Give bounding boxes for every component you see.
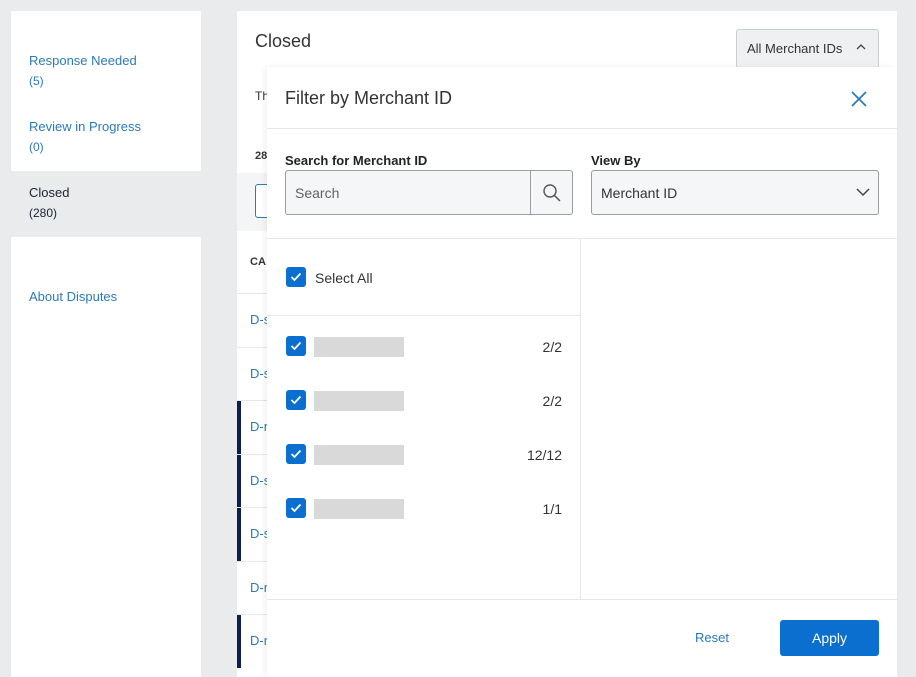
check-icon — [290, 503, 302, 513]
list-item[interactable]: 1/1 — [267, 488, 580, 542]
merchant-ratio: 12/12 — [526, 447, 562, 463]
search-field — [285, 170, 573, 215]
check-icon — [290, 272, 302, 282]
sidebar-top-block: Response Needed (5) Review in Progress (… — [11, 11, 201, 171]
select-all-row[interactable]: Select All — [267, 239, 580, 316]
redacted-merchant-id — [314, 499, 404, 519]
result-count: 28 — [255, 150, 268, 162]
modal-header: Filter by Merchant ID — [267, 67, 897, 129]
modal-footer: Reset Apply — [267, 599, 897, 677]
sidebar-item-count[interactable]: (0) — [29, 137, 183, 157]
sidebar-item-response-needed[interactable]: Response Needed (5) — [11, 51, 201, 91]
check-icon — [290, 341, 302, 351]
merchant-ratio: 2/2 — [542, 393, 562, 409]
sidebar-item-label[interactable]: About Disputes — [29, 287, 183, 307]
view-by-label: View By — [591, 153, 641, 168]
merchant-list: Select All 2/2 2/2 12/12 1/1 — [267, 239, 581, 599]
sidebar-item-closed[interactable]: Closed (280) — [11, 171, 201, 237]
sidebar-item-review-in-progress[interactable]: Review in Progress (0) — [11, 117, 201, 157]
case-link[interactable]: D-r — [250, 633, 268, 648]
redacted-merchant-id — [314, 445, 404, 465]
sidebar-item-label: Closed — [29, 185, 70, 200]
filter-controls: Search for Merchant ID View By Merchant … — [267, 129, 897, 239]
sidebar-item-count[interactable]: (5) — [29, 71, 183, 91]
redacted-merchant-id — [314, 337, 404, 357]
apply-button[interactable]: Apply — [780, 620, 879, 656]
close-icon[interactable] — [849, 89, 869, 109]
view-by-value: Merchant ID — [601, 184, 678, 201]
case-link[interactable]: D-r — [250, 580, 268, 595]
chevron-down-icon — [856, 188, 870, 197]
merchant-items: 2/2 2/2 12/12 1/1 — [267, 316, 580, 542]
sidebar: Response Needed (5) Review in Progress (… — [11, 11, 201, 677]
search-icon — [542, 183, 561, 202]
search-input[interactable] — [286, 171, 530, 214]
list-item[interactable]: 12/12 — [267, 434, 580, 488]
merchant-ratio: 1/1 — [542, 501, 562, 517]
merchant-checkbox[interactable] — [286, 498, 306, 518]
merchant-filter-button[interactable]: All Merchant IDs — [736, 29, 879, 68]
select-all-checkbox[interactable] — [286, 267, 306, 287]
reset-button[interactable]: Reset — [695, 630, 729, 645]
search-button[interactable] — [530, 171, 572, 214]
chevron-up-icon — [856, 44, 866, 50]
sidebar-item-count: (280) — [29, 206, 58, 220]
merchant-checkbox[interactable] — [286, 444, 306, 464]
check-icon — [290, 449, 302, 459]
filter-modal: Filter by Merchant ID Search for Merchan… — [267, 67, 897, 677]
sidebar-item-label[interactable]: Response Needed — [29, 51, 183, 71]
merchant-list-area: Select All 2/2 2/2 12/12 1/1 — [267, 239, 897, 599]
check-icon — [290, 395, 302, 405]
sidebar-item-label[interactable]: Review in Progress — [29, 117, 183, 137]
sidebar-bottom-block: About Disputes — [11, 237, 201, 677]
merchant-checkbox[interactable] — [286, 390, 306, 410]
page-title: Closed — [255, 31, 312, 51]
redacted-merchant-id — [314, 391, 404, 411]
list-item[interactable]: 2/2 — [267, 380, 580, 434]
sidebar-item-about-disputes[interactable]: About Disputes — [11, 287, 201, 307]
merchant-checkbox[interactable] — [286, 336, 306, 356]
case-link[interactable]: D-r — [250, 419, 268, 434]
list-item[interactable]: 2/2 — [267, 326, 580, 380]
modal-title: Filter by Merchant ID — [285, 88, 453, 108]
search-label: Search for Merchant ID — [285, 153, 428, 168]
select-all-label: Select All — [315, 270, 373, 286]
view-by-select[interactable]: Merchant ID — [591, 170, 879, 215]
column-header-case: CA — [250, 256, 266, 268]
merchant-ratio: 2/2 — [542, 339, 562, 355]
merchant-filter-label: All Merchant IDs — [747, 41, 843, 56]
